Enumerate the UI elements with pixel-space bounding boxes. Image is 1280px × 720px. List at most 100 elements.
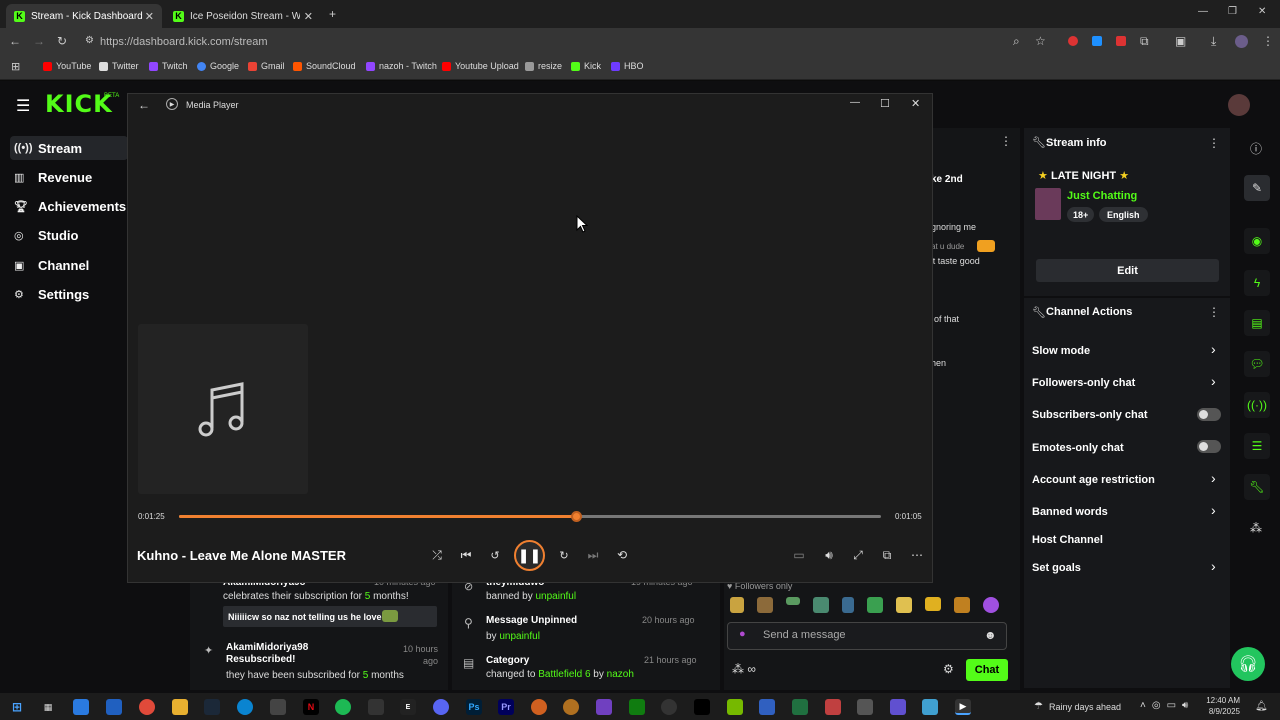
support-headset-icon[interactable]: 🎧︎	[1231, 647, 1265, 681]
next-track-icon[interactable]: ⏭	[586, 548, 600, 562]
forward-icon[interactable]: →	[33, 34, 45, 48]
bookmark-twitch[interactable]: Twitch	[149, 61, 188, 71]
spotify-icon[interactable]	[335, 699, 351, 715]
previous-track-icon[interactable]: ⏮	[459, 548, 473, 562]
emote-icon[interactable]	[730, 597, 744, 613]
notes-icon[interactable]: ▤	[1244, 310, 1270, 336]
address-bar-url[interactable]: https://dashboard.kick.com/stream	[100, 36, 268, 48]
nav-achievements[interactable]: 🏆︎ Achievements	[14, 199, 126, 214]
user-avatar[interactable]	[1228, 94, 1250, 116]
emoji-icon[interactable]: ☻	[984, 628, 997, 642]
app-icon[interactable]	[596, 699, 612, 715]
site-info-icon[interactable]: ⚙	[85, 35, 94, 46]
hamburger-menu-icon[interactable]: ☰	[16, 96, 30, 116]
panel-options-icon[interactable]: ⋮	[1208, 136, 1220, 150]
emotes-only-toggle[interactable]	[1197, 440, 1221, 453]
bookmark-nazoh-twitch[interactable]: nazoh - Twitch	[366, 61, 437, 71]
restore-window-icon[interactable]: ❐	[1228, 6, 1237, 17]
more-options-icon[interactable]: ⋯	[910, 548, 924, 562]
wrench-icon[interactable]: 🔧︎	[1244, 474, 1270, 500]
reload-icon[interactable]: ↻	[57, 34, 67, 48]
close-window-icon[interactable]: ✕	[911, 97, 920, 110]
forward-30-icon[interactable]: ↻	[557, 548, 571, 562]
discord-icon[interactable]	[433, 699, 449, 715]
edit-pencil-icon[interactable]: ✎	[1244, 175, 1270, 201]
capcut-icon[interactable]	[694, 699, 710, 715]
action-set-goals[interactable]: Set goals	[1032, 562, 1081, 574]
photoshop-icon[interactable]: Ps	[466, 699, 482, 715]
nvidia-icon[interactable]	[727, 699, 743, 715]
action-account-age[interactable]: Account age restriction	[1032, 474, 1155, 486]
bookmark-youtube[interactable]: YouTube	[43, 61, 91, 71]
new-tab-icon[interactable]: +	[329, 7, 336, 21]
app-icon[interactable]	[825, 699, 841, 715]
netflix-icon[interactable]: N	[303, 699, 319, 715]
nav-channel[interactable]: ▣ Channel	[14, 258, 89, 273]
store-icon[interactable]	[106, 699, 122, 715]
fullscreen-icon[interactable]: ⤢	[851, 548, 865, 562]
repeat-off-icon[interactable]: ⟲	[615, 548, 629, 562]
nav-settings[interactable]: ⚙ Settings	[14, 287, 89, 302]
lightning-icon[interactable]: ϟ	[1244, 270, 1270, 296]
back-icon[interactable]: ←	[138, 98, 150, 112]
action-host-channel[interactable]: Host Channel	[1032, 534, 1103, 546]
extension-icon[interactable]	[1068, 36, 1078, 46]
browser-menu-icon[interactable]: ⋮	[1262, 34, 1274, 48]
xbox-icon[interactable]	[629, 699, 645, 715]
emote-icon[interactable]	[786, 597, 800, 605]
chat-options-icon[interactable]: ⋮	[1000, 134, 1012, 148]
emote-icon[interactable]	[954, 597, 970, 613]
stream-category[interactable]: Just Chatting	[1067, 190, 1137, 202]
chevron-right-icon[interactable]: ›	[1211, 502, 1216, 518]
bookmark-hbo[interactable]: HBO	[611, 61, 644, 71]
chrome-icon[interactable]	[139, 699, 155, 715]
app-icon[interactable]	[857, 699, 873, 715]
download-icon[interactable]: ⤓	[1211, 34, 1216, 49]
clock-time[interactable]: 12:40 AM	[1206, 696, 1240, 705]
edit-stream-button[interactable]: Edit	[1036, 259, 1219, 282]
close-window-icon[interactable]: ✕	[1258, 6, 1266, 17]
emote-icon[interactable]	[983, 597, 999, 613]
app-icon[interactable]	[922, 699, 938, 715]
action-followers-only[interactable]: Followers-only chat	[1032, 377, 1135, 389]
app-icon[interactable]	[792, 699, 808, 715]
camera-icon[interactable]: ◉	[1244, 228, 1270, 254]
chevron-right-icon[interactable]: ›	[1211, 341, 1216, 357]
subscribers-only-toggle[interactable]	[1197, 408, 1221, 421]
extensions-puzzle-icon[interactable]: ⧉	[1140, 34, 1149, 49]
emote-icon[interactable]	[925, 597, 941, 611]
shuffle-icon[interactable]: ⤮	[430, 548, 444, 562]
gear-icon[interactable]: ⚙	[943, 662, 954, 676]
bookmark-resize[interactable]: resize	[525, 61, 562, 71]
chevron-right-icon[interactable]: ›	[1211, 558, 1216, 574]
close-tab-icon[interactable]: ✕	[145, 10, 154, 23]
layout-icon[interactable]: ☰	[1244, 433, 1270, 459]
send-chat-button[interactable]: Chat	[966, 659, 1008, 681]
app-icon[interactable]	[531, 699, 547, 715]
bookmark-kick[interactable]: Kick	[571, 61, 601, 71]
steam-icon[interactable]	[204, 699, 220, 715]
bookmark-soundcloud[interactable]: SoundCloud	[293, 61, 356, 71]
media-player-taskbar-icon[interactable]: ▶	[955, 699, 971, 715]
app-icon[interactable]	[563, 699, 579, 715]
chevron-right-icon[interactable]: ›	[1211, 470, 1216, 486]
nav-stream[interactable]: ((•)) Stream	[10, 136, 128, 160]
app-icon[interactable]	[661, 699, 677, 715]
system-tray-icons[interactable]: ˄◎▭🔊︎	[1140, 700, 1194, 711]
media-control-icon[interactable]: ▣	[1175, 34, 1186, 48]
emote-icon[interactable]	[813, 597, 829, 613]
bookmark-youtube-upload[interactable]: Youtube Upload	[442, 61, 519, 71]
file-explorer-icon[interactable]	[172, 699, 188, 715]
clock-date[interactable]: 8/9/2025	[1206, 707, 1240, 716]
minimize-window-icon[interactable]: —	[850, 97, 860, 108]
action-banned-words[interactable]: Banned words	[1032, 506, 1108, 518]
seek-thumb[interactable]	[571, 511, 582, 522]
epic-games-icon[interactable]: E	[400, 699, 416, 715]
bookmark-twitter[interactable]: Twitter	[99, 61, 139, 71]
emote-icon[interactable]	[757, 597, 773, 613]
close-tab-icon[interactable]: ✕	[304, 10, 313, 23]
back-icon[interactable]: ←	[9, 34, 21, 48]
bookmark-gmail[interactable]: Gmail	[248, 61, 285, 71]
copilot-icon[interactable]	[73, 699, 89, 715]
zoom-icon[interactable]: ⌕	[1013, 34, 1020, 49]
